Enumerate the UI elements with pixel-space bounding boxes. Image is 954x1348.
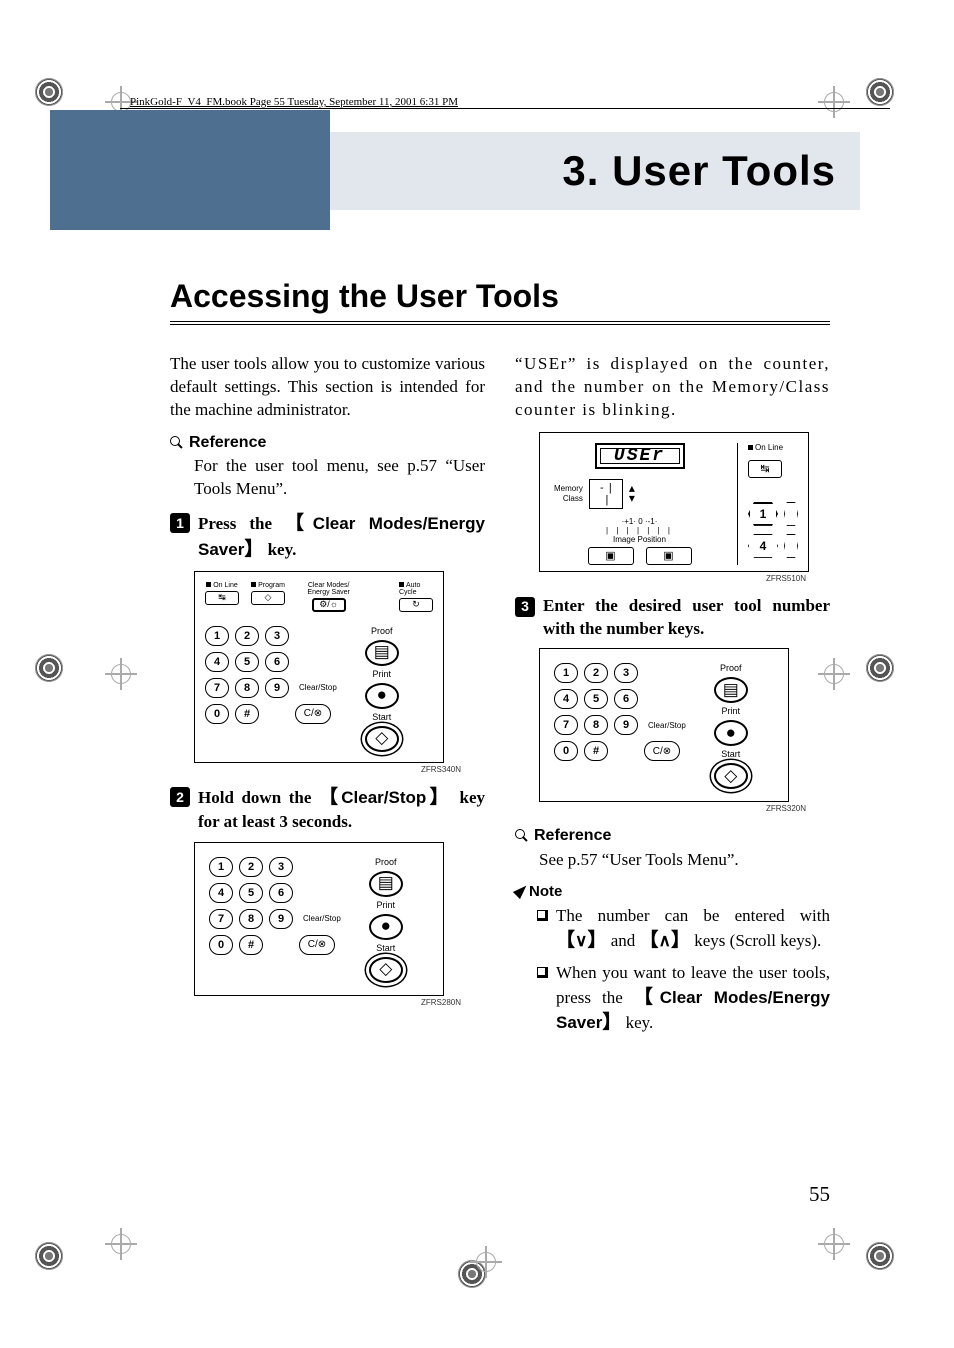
step-number-1: 1 [170,513,190,533]
figure-code: ZFRS320N [515,804,806,815]
step-3-text: Enter the desired user tool number with … [543,595,830,641]
registration-mark [818,1228,852,1262]
intro-paragraph: The user tools allow you to customize va… [170,353,485,422]
right-intro: “USEr” is displayed on the counter, and … [515,353,830,422]
page-number: 55 [809,1182,830,1207]
crop-mark [35,1242,63,1270]
header-stamp: PinkGold-F_V4_FM.book Page 55 Tuesday, S… [130,96,458,108]
crop-mark [35,78,63,106]
reference-label: Reference [189,432,266,454]
bullet-icon [537,910,548,921]
crop-mark [866,78,894,106]
reference-icon [515,829,529,843]
figure-keypad-2: 123 456 789Clear/Stop 0#C/⊗ Proof ▤ Prin… [539,648,789,802]
figure-code: ZFRS280N [170,998,461,1009]
registration-mark [105,1228,139,1262]
bullet-icon [537,967,548,978]
note-item: When you want to leave the user tools, p… [537,962,830,1036]
step-1-text: Press the 【Clear Modes/Energy Saver】 key… [198,511,485,562]
figure-display-panel: USEr Memory Class - | | ▴▾ ·+1· 0 ·-1 [539,432,809,572]
step-2-text: Hold down the 【Clear/Stop】 key for at le… [198,785,485,834]
step-number-3: 3 [515,597,535,617]
crop-mark [866,1242,894,1270]
chapter-number: 3. [562,147,599,194]
reference-icon [170,436,184,450]
figure-code: ZFRS340N [170,765,461,776]
step-number-2: 2 [170,787,190,807]
chapter-accent-bar [50,110,330,230]
figure-code: ZFRS510N [515,574,806,585]
reference-body: See p.57 “User Tools Menu”. [539,849,830,872]
section-heading: Accessing the User Tools [170,278,830,325]
figure-top-panel: On Line↹ Program◇ Clear Modes/ Energy Sa… [194,571,444,763]
crop-mark [866,654,894,682]
note-label: Note [529,882,562,902]
note-icon [513,882,530,899]
reference-body: For the user tool menu, see p.57 “User T… [194,455,485,501]
chapter-title-bar: 3. User Tools [330,132,860,210]
registration-mark [470,1246,504,1280]
note-item: The number can be entered with 【∨】 and 【… [537,905,830,954]
figure-keypad-1: 123 456 789Clear/Stop 0#C/⊗ Proof ▤ Prin… [194,842,444,996]
crop-mark [35,654,63,682]
header-rule [120,108,890,109]
chapter-title-text: User Tools [612,147,836,194]
reference-label: Reference [534,825,611,847]
